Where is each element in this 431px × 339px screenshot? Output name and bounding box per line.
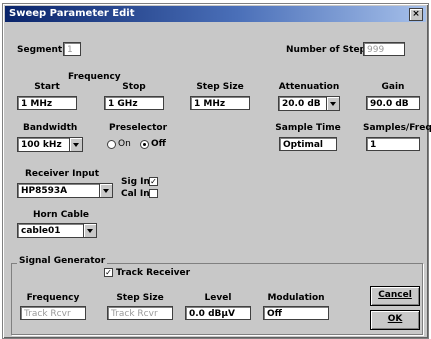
sg-modulation-label: Modulation [267, 293, 325, 303]
bandwidth-label: Bandwidth [23, 123, 78, 133]
preselector-on-label: On [118, 139, 131, 149]
window-title: Sweep Parameter Edit [9, 8, 135, 19]
sg-level-field[interactable]: 0.0 dBµV [185, 306, 251, 320]
chevron-down-icon[interactable] [326, 97, 339, 110]
gain-label: Gain [381, 82, 405, 92]
receiver-input-label: Receiver Input [25, 169, 100, 179]
stop-frequency-field[interactable]: 1 GHz [104, 96, 164, 110]
chevron-down-icon[interactable] [83, 224, 96, 237]
samples-freq-field[interactable]: 1 [366, 137, 420, 151]
preselector-off-radio[interactable] [140, 140, 149, 149]
sg-modulation-field[interactable]: Off [263, 306, 329, 320]
sample-time-field[interactable]: Optimal [279, 137, 337, 151]
sig-in-checkbox[interactable]: ✓ [149, 177, 158, 186]
preselector-off-label: Off [151, 139, 166, 149]
receiver-input-value: HP8593A [21, 186, 68, 196]
sg-level-label: Level [204, 293, 232, 303]
preselector-label: Preselector [109, 123, 168, 133]
sg-step-size-field[interactable]: Track Rcvr [107, 306, 173, 320]
segment-label: Segment [17, 45, 63, 55]
sg-frequency-field[interactable]: Track Rcvr [20, 306, 86, 320]
sg-frequency-label: Frequency [26, 293, 80, 303]
step-size-field[interactable]: 1 MHz [190, 96, 250, 110]
cancel-button[interactable]: Cancel [370, 286, 420, 306]
cal-in-label: Cal In [121, 189, 150, 199]
attenuation-select[interactable]: 20.0 dB [278, 96, 340, 111]
sweep-parameter-dialog: Sweep Parameter Edit × Segment 1 Number … [2, 3, 431, 339]
frequency-group-label: Frequency [68, 72, 121, 82]
chevron-down-icon[interactable] [99, 184, 112, 197]
track-receiver-label: Track Receiver [116, 268, 191, 278]
start-label: Start [34, 82, 60, 92]
receiver-input-select[interactable]: HP8593A [17, 183, 113, 198]
close-icon[interactable]: × [409, 8, 423, 21]
horn-cable-select[interactable]: cable01 [17, 223, 97, 238]
ok-button[interactable]: OK [370, 310, 420, 330]
gain-field[interactable]: 90.0 dB [366, 96, 420, 110]
sig-in-label: Sig In [121, 177, 150, 187]
attenuation-label: Attenuation [278, 82, 340, 92]
samples-freq-label: Samples/Freq [363, 123, 431, 133]
horn-cable-value: cable01 [21, 226, 61, 236]
cal-in-checkbox[interactable] [149, 189, 158, 198]
steps-field[interactable]: 999 [363, 42, 405, 56]
attenuation-value: 20.0 dB [282, 99, 321, 109]
bandwidth-select[interactable]: 100 kHz [17, 137, 83, 152]
signal-generator-label: Signal Generator [17, 256, 108, 266]
preselector-on-radio[interactable] [107, 140, 116, 149]
chevron-down-icon[interactable] [69, 138, 82, 151]
steps-label: Number of Steps [286, 45, 372, 55]
track-receiver-checkbox[interactable]: ✓ [104, 268, 113, 277]
horn-cable-label: Horn Cable [33, 210, 90, 220]
bandwidth-value: 100 kHz [21, 140, 62, 150]
step-size-label: Step Size [196, 82, 244, 92]
start-frequency-field[interactable]: 1 MHz [17, 96, 77, 110]
ok-button-label: OK [387, 314, 403, 324]
cancel-button-label: Cancel [378, 290, 412, 300]
stop-label: Stop [122, 82, 146, 92]
segment-field[interactable]: 1 [63, 42, 81, 56]
title-bar[interactable]: Sweep Parameter Edit × [5, 6, 426, 22]
sg-step-size-label: Step Size [116, 293, 164, 303]
sample-time-label: Sample Time [275, 123, 341, 133]
